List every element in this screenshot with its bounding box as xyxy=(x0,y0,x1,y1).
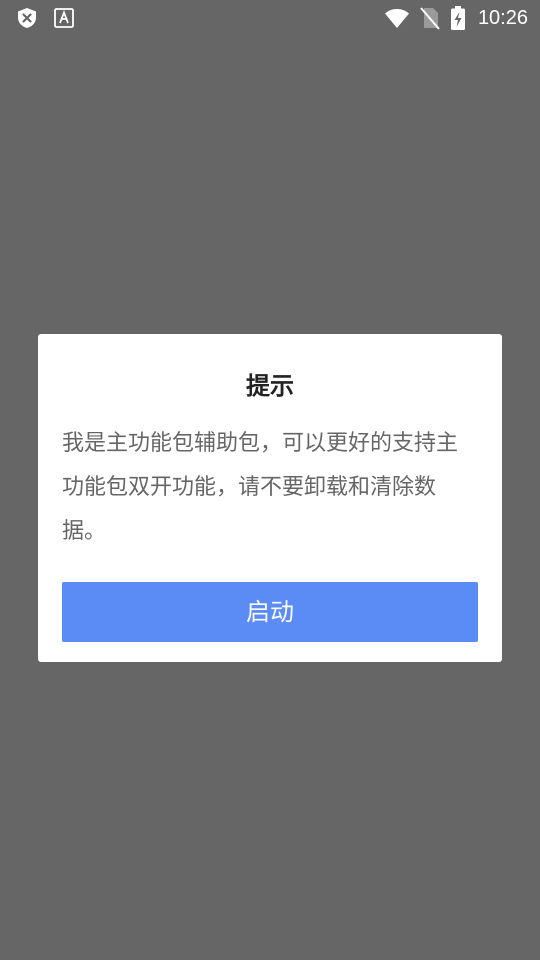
battery-charging-icon xyxy=(450,5,466,31)
security-shield-icon xyxy=(16,7,38,29)
status-time: 10:26 xyxy=(477,7,528,29)
text-a-icon xyxy=(54,8,74,28)
start-button[interactable]: 启动 xyxy=(62,582,478,642)
dialog-message: 我是主功能包辅助包，可以更好的支持主功能包双开功能，请不要卸载和清除数据。 xyxy=(62,431,459,544)
status-left-icons xyxy=(16,7,74,29)
status-bar: 10:26 xyxy=(0,0,540,36)
wifi-icon xyxy=(384,7,410,29)
status-right-icons: 10:26 xyxy=(384,5,528,31)
no-sim-icon xyxy=(420,6,440,30)
prompt-dialog: 提示 我是主功能包辅助包，可以更好的支持主功能包双开功能，请不要卸载和清除数据。… xyxy=(38,334,502,662)
dialog-title: 提示 xyxy=(246,372,294,400)
